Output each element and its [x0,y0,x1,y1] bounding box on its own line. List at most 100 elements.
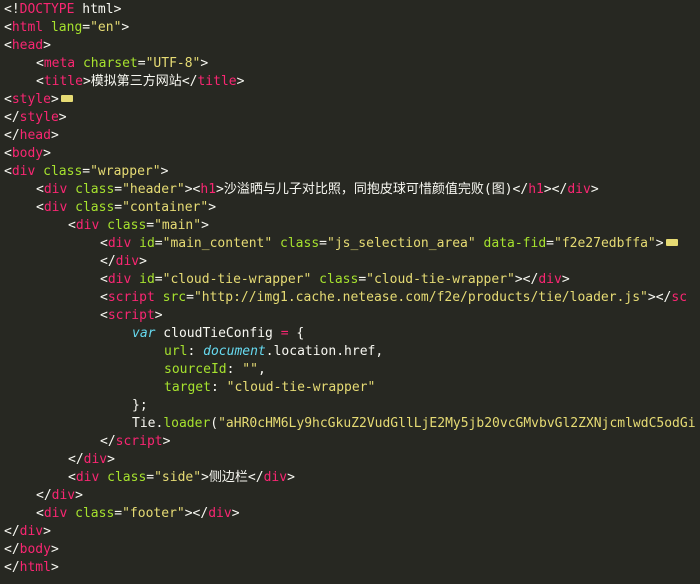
code-line[interactable]: }; [4,397,148,415]
code-line[interactable]: sourceId: "", [4,361,266,379]
code-line[interactable]: </div> [4,523,51,541]
code-token-punct: < [100,236,108,251]
code-token-tag: div [115,254,140,269]
code-token-punct: > [43,524,51,539]
code-token-tag: div [107,236,132,251]
code-token-tag: title [197,74,237,89]
code-token-tag: style [11,92,51,107]
code-token-tag: div [11,164,36,179]
code-line[interactable]: <div class="side">侧边栏</div> [4,469,295,487]
code-token-plain: 沙溢晒与儿子对比照，同抱皮球可惜颜值完败(图) [223,182,513,197]
code-line[interactable]: <style> [4,91,75,109]
code-token-punct: > [561,272,570,287]
code-line[interactable]: </div> [4,487,83,505]
code-token-punct: = [82,164,91,179]
fold-marker-icon[interactable] [60,95,73,102]
code-line[interactable]: <!DOCTYPE html> [4,1,121,19]
code-token-attr: sourceId [164,362,227,377]
code-line[interactable]: <script src="http://img1.cache.netease.c… [4,289,687,307]
code-token-punct: < [4,146,12,161]
code-token-tag: div [83,452,108,467]
code-token-punct: < [36,182,44,197]
code-token-prop: href [344,344,376,359]
code-token-plain: : [187,344,204,359]
code-line[interactable]: <div class="footer"></div> [4,505,240,523]
code-token-str: "footer" [122,506,185,521]
code-line[interactable]: </html> [4,559,59,577]
code-token-kw: document [203,344,266,359]
code-token-punct: < [68,218,76,233]
code-token-punct: </ [512,182,529,197]
code-line[interactable]: </div> [4,451,115,469]
code-line[interactable]: <script> [4,307,163,325]
code-token-plain: { [288,326,305,341]
code-token-punct: > [121,20,130,35]
code-token-punct: = [146,218,155,233]
code-token-attr: lang [50,20,83,35]
fold-marker-icon[interactable] [665,239,678,246]
code-line[interactable]: </body> [4,541,59,559]
code-token-punct: < [4,92,12,107]
code-token-str: "header" [122,182,185,197]
code-token-tag: body [19,542,51,557]
code-line[interactable]: target: "cloud-tie-wrapper" [4,379,375,397]
code-line[interactable]: <div class="container"> [4,199,216,217]
code-token-tag: script [107,290,155,305]
code-token-plain: 模拟第三方网站 [90,74,182,89]
code-token-punct: </ [68,452,84,467]
code-line[interactable]: <meta charset="UTF-8"> [4,55,208,73]
code-token-punct: < [36,200,44,215]
code-token-str: "side" [154,470,202,485]
code-line[interactable]: <div class="main"> [4,217,209,235]
code-token-plain: ( [210,416,219,431]
code-line[interactable]: <html lang="en"> [4,19,129,37]
code-line[interactable]: </head> [4,127,59,145]
code-token-plain: : [210,380,227,395]
code-line[interactable]: Tie.loader("aHR0cHM6Ly9hcGkuZ2VudGllLjE2… [4,415,696,433]
code-token-punct: < [4,164,12,179]
code-line[interactable]: <head> [4,37,51,55]
code-token-punct: < [100,308,108,323]
code-token-tag: sc [671,290,688,305]
code-line[interactable]: <div id="main_content" class="js_selecti… [4,235,680,253]
code-token-punct: = [546,236,554,251]
code-line[interactable]: <div id="cloud-tie-wrapper" class="cloud… [4,271,570,289]
code-token-punct: > [216,182,224,197]
code-token-punct: < [36,506,44,521]
code-token-punct: > [287,470,295,485]
code-token-punct: > [50,92,59,107]
code-line[interactable]: <body> [4,145,51,163]
code-token-tag: body [11,146,44,161]
code-token-plain: }; [132,398,148,413]
code-token-attr: url [164,344,188,359]
code-token-punct: = [114,200,123,215]
code-line[interactable]: </script> [4,433,170,451]
code-line[interactable]: var cloudTieConfig = { [4,325,304,343]
code-line[interactable]: </div> [4,253,147,271]
code-line[interactable]: <title>模拟第三方网站</title> [4,73,244,91]
code-token-plain: cloudTieConfig [155,326,281,341]
code-token-tag: script [115,434,163,449]
code-token-punct: > [50,542,59,557]
code-line[interactable]: </style> [4,109,67,127]
code-token-str: "UTF-8" [145,56,201,71]
code-token-attr: class [107,470,147,485]
code-line[interactable]: url: document.location.href, [4,343,383,361]
code-token-tag: div [19,524,44,539]
code-token-punct: </ [4,110,20,125]
code-token-plain: html [74,2,114,17]
code-token-punct: > [201,218,209,233]
code-token-punct: </ [4,524,20,539]
code-line[interactable]: <div class="wrapper"> [4,163,168,181]
code-editor[interactable]: <!DOCTYPE html> <html lang="en"> <head> <me… [0,0,700,584]
code-line[interactable]: <div class="header"><h1>沙溢晒与儿子对比照，同抱皮球可惜… [4,181,599,199]
